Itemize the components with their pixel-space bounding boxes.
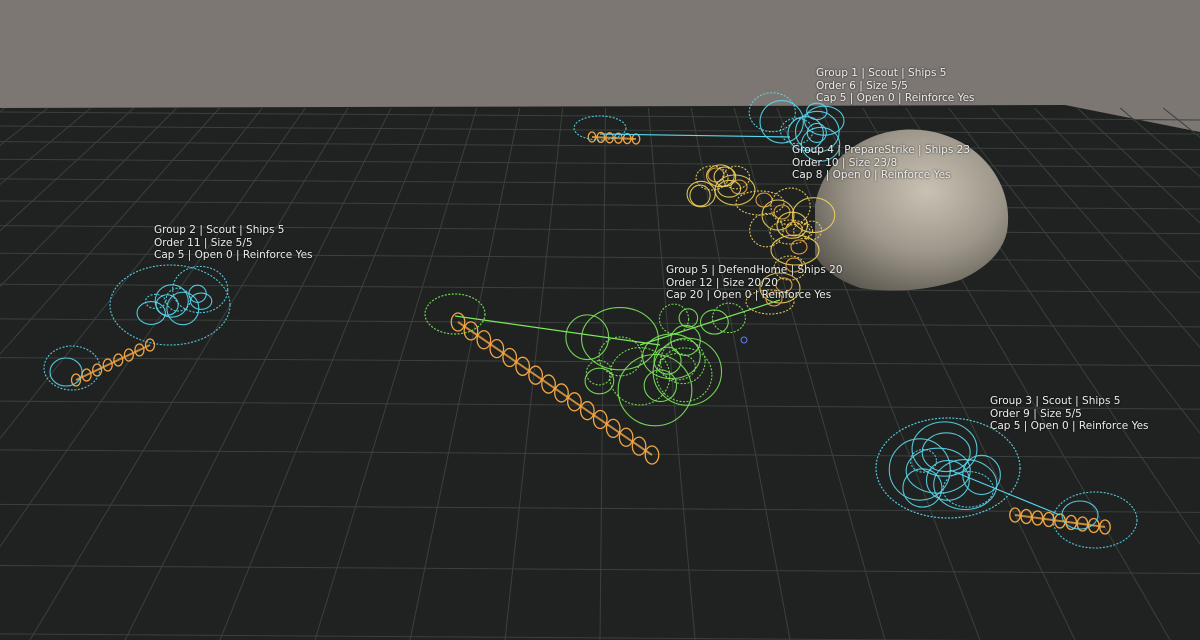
game-viewport[interactable]: Group 1 | Scout | Ships 5 Order 6 | Size… — [0, 0, 1200, 640]
scene-canvas[interactable] — [0, 0, 1200, 640]
